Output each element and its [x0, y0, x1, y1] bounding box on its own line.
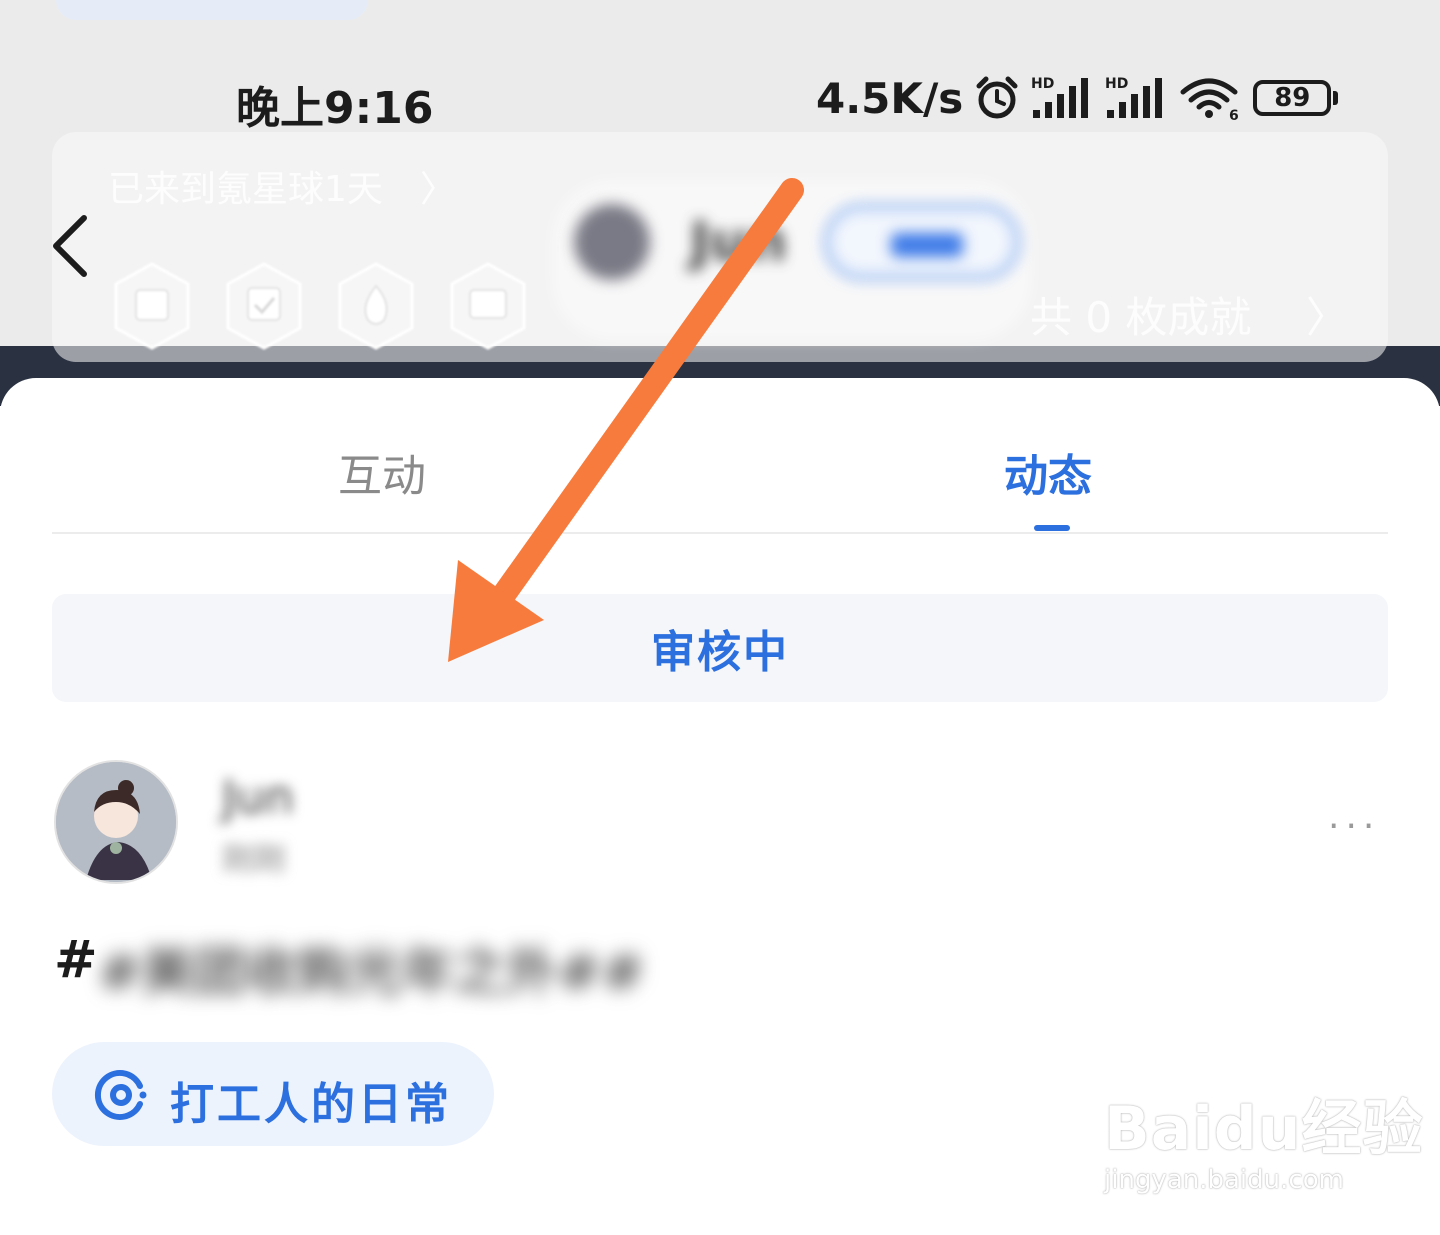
topic-chip[interactable]: 打工人的日常 [52, 1042, 494, 1146]
more-icon[interactable]: ··· [1328, 806, 1380, 847]
hashtag-text[interactable]: #美团收购光年之外## [98, 930, 645, 1005]
arrive-days-text[interactable]: 已来到氪星球1天 [108, 160, 383, 212]
signal-icon: HD [1031, 74, 1095, 122]
network-speed: 4.5K/s [816, 73, 964, 123]
baidu-watermark: Baidu经验 jingyan.baidu.com [1104, 1080, 1423, 1195]
battery-tip [1333, 91, 1339, 105]
signal-icon-2: HD [1105, 74, 1169, 122]
watermark-url: jingyan.baidu.com [1104, 1165, 1344, 1195]
back-chevron-icon[interactable] [48, 214, 96, 278]
wifi-label: 6 [1229, 108, 1239, 122]
arrive-chevron-icon: 〉 [420, 169, 457, 210]
tab-divider [52, 532, 1388, 534]
top-pill [56, 0, 368, 20]
header-user-name: Jun [690, 210, 787, 273]
signal-hd-label-2: HD [1105, 76, 1128, 92]
review-status-text: 审核中 [651, 627, 789, 678]
tab-active-indicator [1034, 525, 1070, 531]
wifi-icon: 6 [1179, 74, 1243, 122]
hashtag-prefix: # [54, 930, 98, 990]
badge-icon-4 [450, 262, 526, 350]
badge-icon-2 [226, 262, 302, 350]
header-avatar [574, 204, 650, 280]
header-user-blurred: Jun [552, 180, 1032, 340]
achievements-chevron-icon: 〉 [1306, 293, 1349, 342]
alarm-icon [973, 74, 1021, 122]
avatar[interactable] [54, 760, 178, 884]
post-author-name[interactable]: Jun [222, 770, 294, 824]
status-icons: 4.5K/s HD HD 6 89 [816, 70, 1339, 126]
review-status-bar: 审核中 [52, 594, 1388, 702]
status-time: 晚上9:16 [236, 83, 434, 134]
post-author-sub: 刚刚 [222, 840, 287, 878]
badge-icon-1 [114, 262, 190, 350]
topic-chip-label: 打工人的日常 [170, 1079, 452, 1130]
watermark-logo: Baidu经验 [1104, 1094, 1424, 1164]
badge-icon-3 [338, 262, 414, 350]
header-tag [824, 204, 1020, 280]
topic-icon [95, 1070, 147, 1120]
tab-feed[interactable]: 动态 [1004, 440, 1092, 504]
battery-icon: 89 [1253, 80, 1339, 116]
tab-interact[interactable]: 互动 [338, 440, 426, 504]
battery-level: 89 [1253, 80, 1332, 116]
achievements-count[interactable]: 共 0 枚成就 [1030, 284, 1251, 345]
signal-hd-label: HD [1031, 76, 1054, 92]
avatar-illustration [56, 762, 176, 882]
